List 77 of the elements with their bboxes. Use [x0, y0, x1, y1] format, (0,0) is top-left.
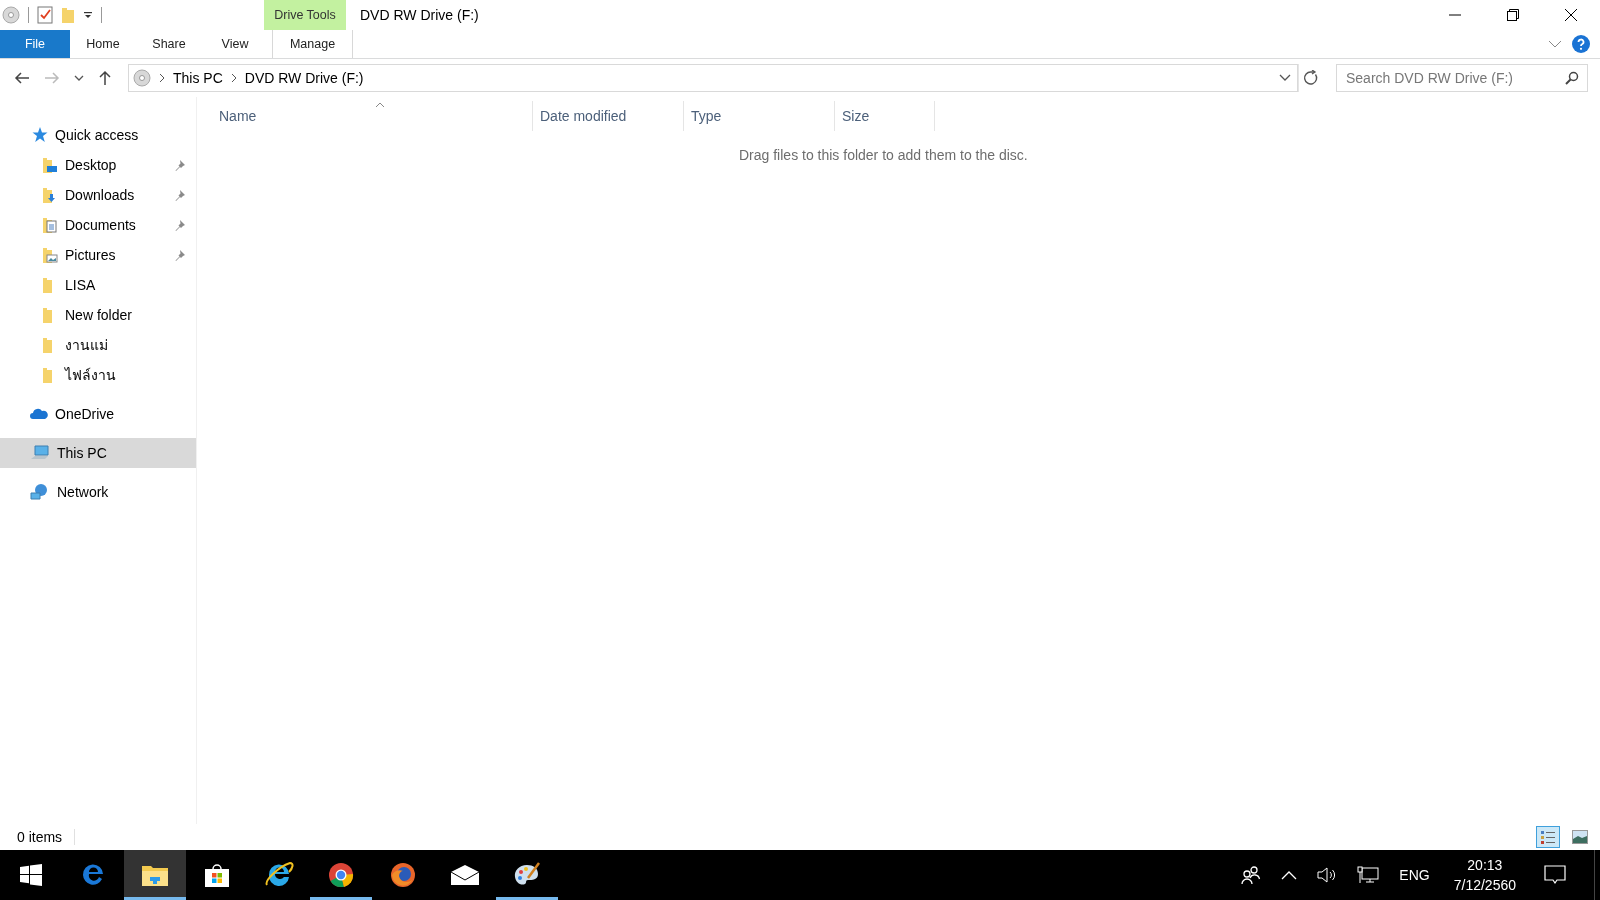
ribbon-tab[interactable]: View	[202, 30, 268, 58]
desktop-folder-icon	[42, 156, 58, 174]
recent-locations-icon[interactable]	[74, 74, 84, 82]
envelope-icon	[450, 864, 480, 886]
column-header[interactable]: Type	[684, 101, 835, 131]
clock-time[interactable]: 20:13	[1467, 857, 1503, 873]
chrome-browser-icon	[328, 862, 354, 888]
edge-browser-icon	[80, 862, 106, 888]
details-view-button[interactable]	[1536, 826, 1560, 848]
item-count: 0 items	[17, 829, 63, 845]
cloud-icon	[30, 407, 48, 421]
pin-icon[interactable]	[174, 189, 186, 201]
nav-item[interactable]: งานแม่	[0, 330, 196, 360]
chevron-icon[interactable]	[159, 73, 165, 83]
documents-folder-icon	[42, 216, 58, 234]
dropdown-icon[interactable]	[1279, 74, 1291, 82]
nav-item[interactable]: LISA	[0, 270, 196, 300]
downloads-folder-icon	[42, 186, 58, 204]
column-header[interactable]: Name	[217, 101, 533, 131]
network-icon	[30, 483, 50, 501]
nav-item[interactable]: Quick access	[0, 120, 196, 150]
language-indicator[interactable]: ENG	[1399, 867, 1430, 883]
pin-icon[interactable]	[174, 219, 186, 231]
nav-item[interactable]: Network	[0, 477, 196, 507]
sort-ascending-icon	[374, 102, 385, 108]
expand-ribbon-icon[interactable]	[1548, 39, 1562, 49]
help-icon[interactable]	[1572, 35, 1590, 53]
people-icon[interactable]	[1241, 865, 1262, 885]
thumbnails-view-icon	[1572, 830, 1588, 844]
nav-item[interactable]: ไฟล์งาน	[0, 360, 196, 390]
notification-icon[interactable]	[1544, 865, 1566, 885]
context-tab-group: Drive Tools	[264, 0, 346, 30]
clock-date[interactable]: 7/12/2560	[1453, 877, 1516, 893]
search-field[interactable]: Search DVD RW Drive (F:)	[1336, 64, 1588, 92]
address-bar[interactable]: This PC DVD RW Drive (F:)	[128, 64, 1298, 92]
palette-icon	[513, 862, 541, 888]
ie-browser-icon	[264, 861, 294, 889]
refresh-icon	[1302, 70, 1319, 86]
windows-logo	[20, 864, 42, 886]
firefox-browser-icon	[390, 862, 416, 888]
window-title: DVD RW Drive (F:)	[360, 7, 479, 23]
nav-item[interactable]: Downloads	[0, 180, 196, 210]
chevron-icon[interactable]	[230, 73, 237, 83]
back-arrow-icon[interactable]	[14, 71, 30, 85]
speaker-icon[interactable]	[1317, 866, 1338, 884]
dropdown-icon[interactable]	[83, 10, 93, 20]
ribbon-tab[interactable]: File	[0, 30, 70, 58]
pictures-folder-icon	[42, 246, 58, 264]
breadcrumb[interactable]: DVD RW Drive (F:)	[244, 70, 364, 86]
empty-folder-message: Drag files to this folder to add them to the disc.	[739, 147, 1029, 163]
details-view-icon	[1540, 829, 1556, 845]
nav-item[interactable]: This PC	[0, 438, 196, 468]
store-bag-icon	[204, 862, 230, 888]
nav-item[interactable]: New folder	[0, 300, 196, 330]
close-icon	[1564, 8, 1578, 22]
disc-icon	[133, 69, 151, 87]
up-arrow-icon[interactable]	[98, 70, 112, 86]
search-icon	[1565, 71, 1579, 85]
restore-icon	[1507, 9, 1519, 21]
ribbon-tab[interactable]: Manage	[272, 30, 353, 58]
taskbar-app-button[interactable]	[124, 850, 186, 900]
nav-item[interactable]: OneDrive	[0, 399, 196, 429]
network-monitor-icon[interactable]	[1357, 866, 1380, 884]
computer-icon	[30, 445, 50, 461]
breadcrumb[interactable]: This PC	[173, 70, 223, 86]
ribbon-tab[interactable]: Home	[70, 30, 136, 58]
nav-item[interactable]: Documents	[0, 210, 196, 240]
nav-item[interactable]: Pictures	[0, 240, 196, 270]
ribbon-tab[interactable]: Share	[136, 30, 202, 58]
column-header[interactable]: Date modified	[533, 101, 684, 131]
pin-icon[interactable]	[174, 159, 186, 171]
pin-icon[interactable]	[174, 249, 186, 261]
properties-icon[interactable]	[37, 6, 53, 24]
column-header[interactable]: Size	[835, 101, 935, 131]
folder-icon	[141, 863, 169, 887]
chevron-up-icon[interactable]	[1281, 870, 1298, 880]
nav-item[interactable]: Desktop	[0, 150, 196, 180]
